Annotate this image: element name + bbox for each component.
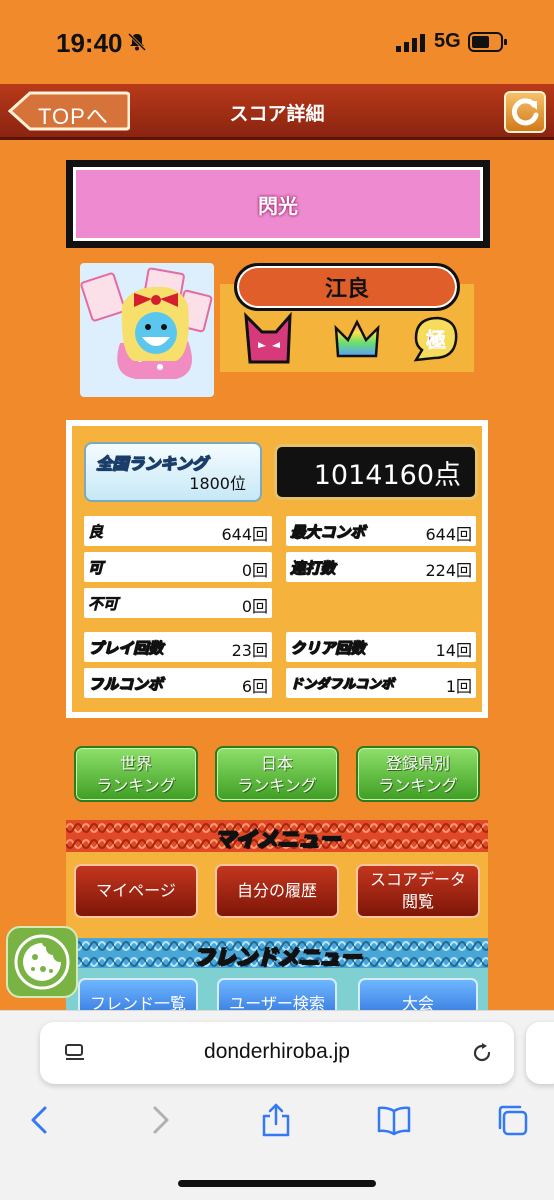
stat-full-combo-label: フルコンボ [88, 675, 163, 694]
world-ranking-line1: 世界 [119, 754, 152, 773]
stat-bad-label: 不可 [88, 595, 119, 614]
stat-good-value: 644回 [221, 525, 268, 544]
network-label: 5G [434, 30, 461, 52]
stat-donda-full-label: ドンダフルコンボ [290, 677, 395, 693]
url-text: donderhiroba.jp [204, 1040, 350, 1063]
stat-clear-count: クリア回数 14回 [286, 632, 476, 662]
player-name-pill: 江良 [234, 263, 460, 311]
svg-text:極: 極 [425, 328, 446, 352]
forward-icon[interactable] [142, 1102, 178, 1138]
my-menu-banner: マイメニュー [66, 820, 488, 852]
refresh-icon[interactable] [470, 1041, 494, 1065]
back-icon[interactable] [22, 1102, 58, 1138]
share-icon[interactable] [258, 1102, 294, 1138]
prefecture-ranking-button[interactable]: 登録県別 ランキング [356, 746, 480, 802]
status-time: 19:40 [56, 28, 123, 58]
stat-good: 良 644回 [84, 516, 272, 546]
my-menu-title: マイメニュー [213, 826, 341, 852]
national-ranking-value: 1800位 [189, 474, 246, 493]
my-history-button[interactable]: 自分の履歴 [215, 864, 339, 918]
my-page-label: マイページ [96, 881, 176, 900]
stat-max-combo: 最大コンボ 644回 [286, 516, 476, 546]
cookie-icon [14, 934, 70, 990]
stat-clear-count-value: 14回 [435, 641, 472, 660]
stat-ok-label: 可 [87, 559, 104, 578]
bookmarks-icon[interactable] [376, 1102, 412, 1138]
japan-ranking-button[interactable]: 日本 ランキング [215, 746, 339, 802]
crown-icon [334, 319, 380, 358]
stat-play-count-label: プレイ回数 [88, 639, 164, 658]
player-name: 江良 [324, 277, 369, 302]
score-panel-inner: 全国ランキング 1800位 1014160点 良 644回 可 0回 不可 0回… [72, 426, 482, 712]
stat-full-combo-value: 6回 [241, 677, 268, 696]
my-history-label: 自分の履歴 [236, 881, 317, 900]
my-page-button[interactable]: マイページ [74, 864, 198, 918]
stat-donda-full: ドンダフルコンボ 1回 [286, 668, 476, 698]
stat-ok: 可 0回 [84, 552, 272, 582]
avatar-character-icon [80, 267, 213, 379]
prefecture-ranking-line1: 登録県別 [385, 754, 450, 773]
score-data-button[interactable]: スコアデータ 閲覧 [356, 864, 480, 918]
stat-bad-value: 0回 [241, 597, 268, 616]
kiwami-rank-icon: 極 [413, 316, 458, 362]
stat-ok-value: 0回 [241, 561, 268, 580]
signal-icon [396, 34, 425, 52]
bell-slash-icon [127, 32, 147, 52]
stat-bad: 不可 0回 [84, 588, 272, 618]
oni-difficulty-icon [244, 312, 292, 364]
world-ranking-button[interactable]: 世界 ランキング [74, 746, 198, 802]
header-bar: TOPへ スコア詳細 [0, 84, 554, 140]
home-indicator [178, 1180, 376, 1187]
score-data-line2: 閲覧 [401, 892, 434, 911]
song-title-inner: 閃光 [73, 167, 483, 241]
page-title: スコア詳細 [229, 103, 325, 125]
stat-drumroll-value: 224回 [425, 561, 472, 580]
player-avatar [80, 263, 214, 397]
japan-ranking-line2: ランキング [237, 776, 317, 795]
score-points-box: 1014160点 [274, 444, 478, 500]
score-panel: 全国ランキング 1800位 1014160点 良 644回 可 0回 不可 0回… [66, 420, 488, 718]
japan-ranking-line1: 日本 [260, 754, 293, 773]
stat-max-combo-label: 最大コンボ [290, 523, 366, 542]
prefecture-ranking-line2: ランキング [378, 776, 458, 795]
score-data-line1: スコアデータ [369, 870, 466, 889]
cookie-settings-button[interactable] [6, 926, 78, 998]
battery-icon [468, 32, 507, 52]
stat-drumroll: 連打数 224回 [286, 552, 476, 582]
tabs-icon[interactable] [494, 1102, 530, 1138]
song-title: 閃光 [258, 193, 298, 218]
score-points: 1014160点 [313, 459, 461, 491]
national-ranking-button[interactable]: 全国ランキング 1800位 [84, 442, 262, 502]
friend-menu-banner: フレンドメニュー [66, 938, 488, 970]
song-title-box: 閃光 [66, 160, 490, 248]
status-bar: 19:40 5G [0, 0, 554, 84]
world-ranking-line2: ランキング [96, 776, 176, 795]
next-tab-preview[interactable] [526, 1022, 554, 1084]
reload-icon [511, 98, 539, 126]
friend-menu-title: フレンドメニュー [192, 944, 362, 970]
address-bar[interactable]: donderhiroba.jp [40, 1022, 514, 1084]
stat-drumroll-label: 連打数 [290, 559, 336, 578]
reload-button[interactable] [504, 91, 546, 133]
stat-max-combo-value: 644回 [425, 525, 472, 544]
stat-play-count: プレイ回数 23回 [84, 632, 272, 662]
stat-play-count-value: 23回 [231, 641, 268, 660]
stat-good-label: 良 [88, 523, 104, 542]
stat-full-combo: フルコンボ 6回 [84, 668, 272, 698]
stat-clear-count-label: クリア回数 [290, 639, 366, 658]
stat-donda-full-value: 1回 [445, 677, 472, 696]
